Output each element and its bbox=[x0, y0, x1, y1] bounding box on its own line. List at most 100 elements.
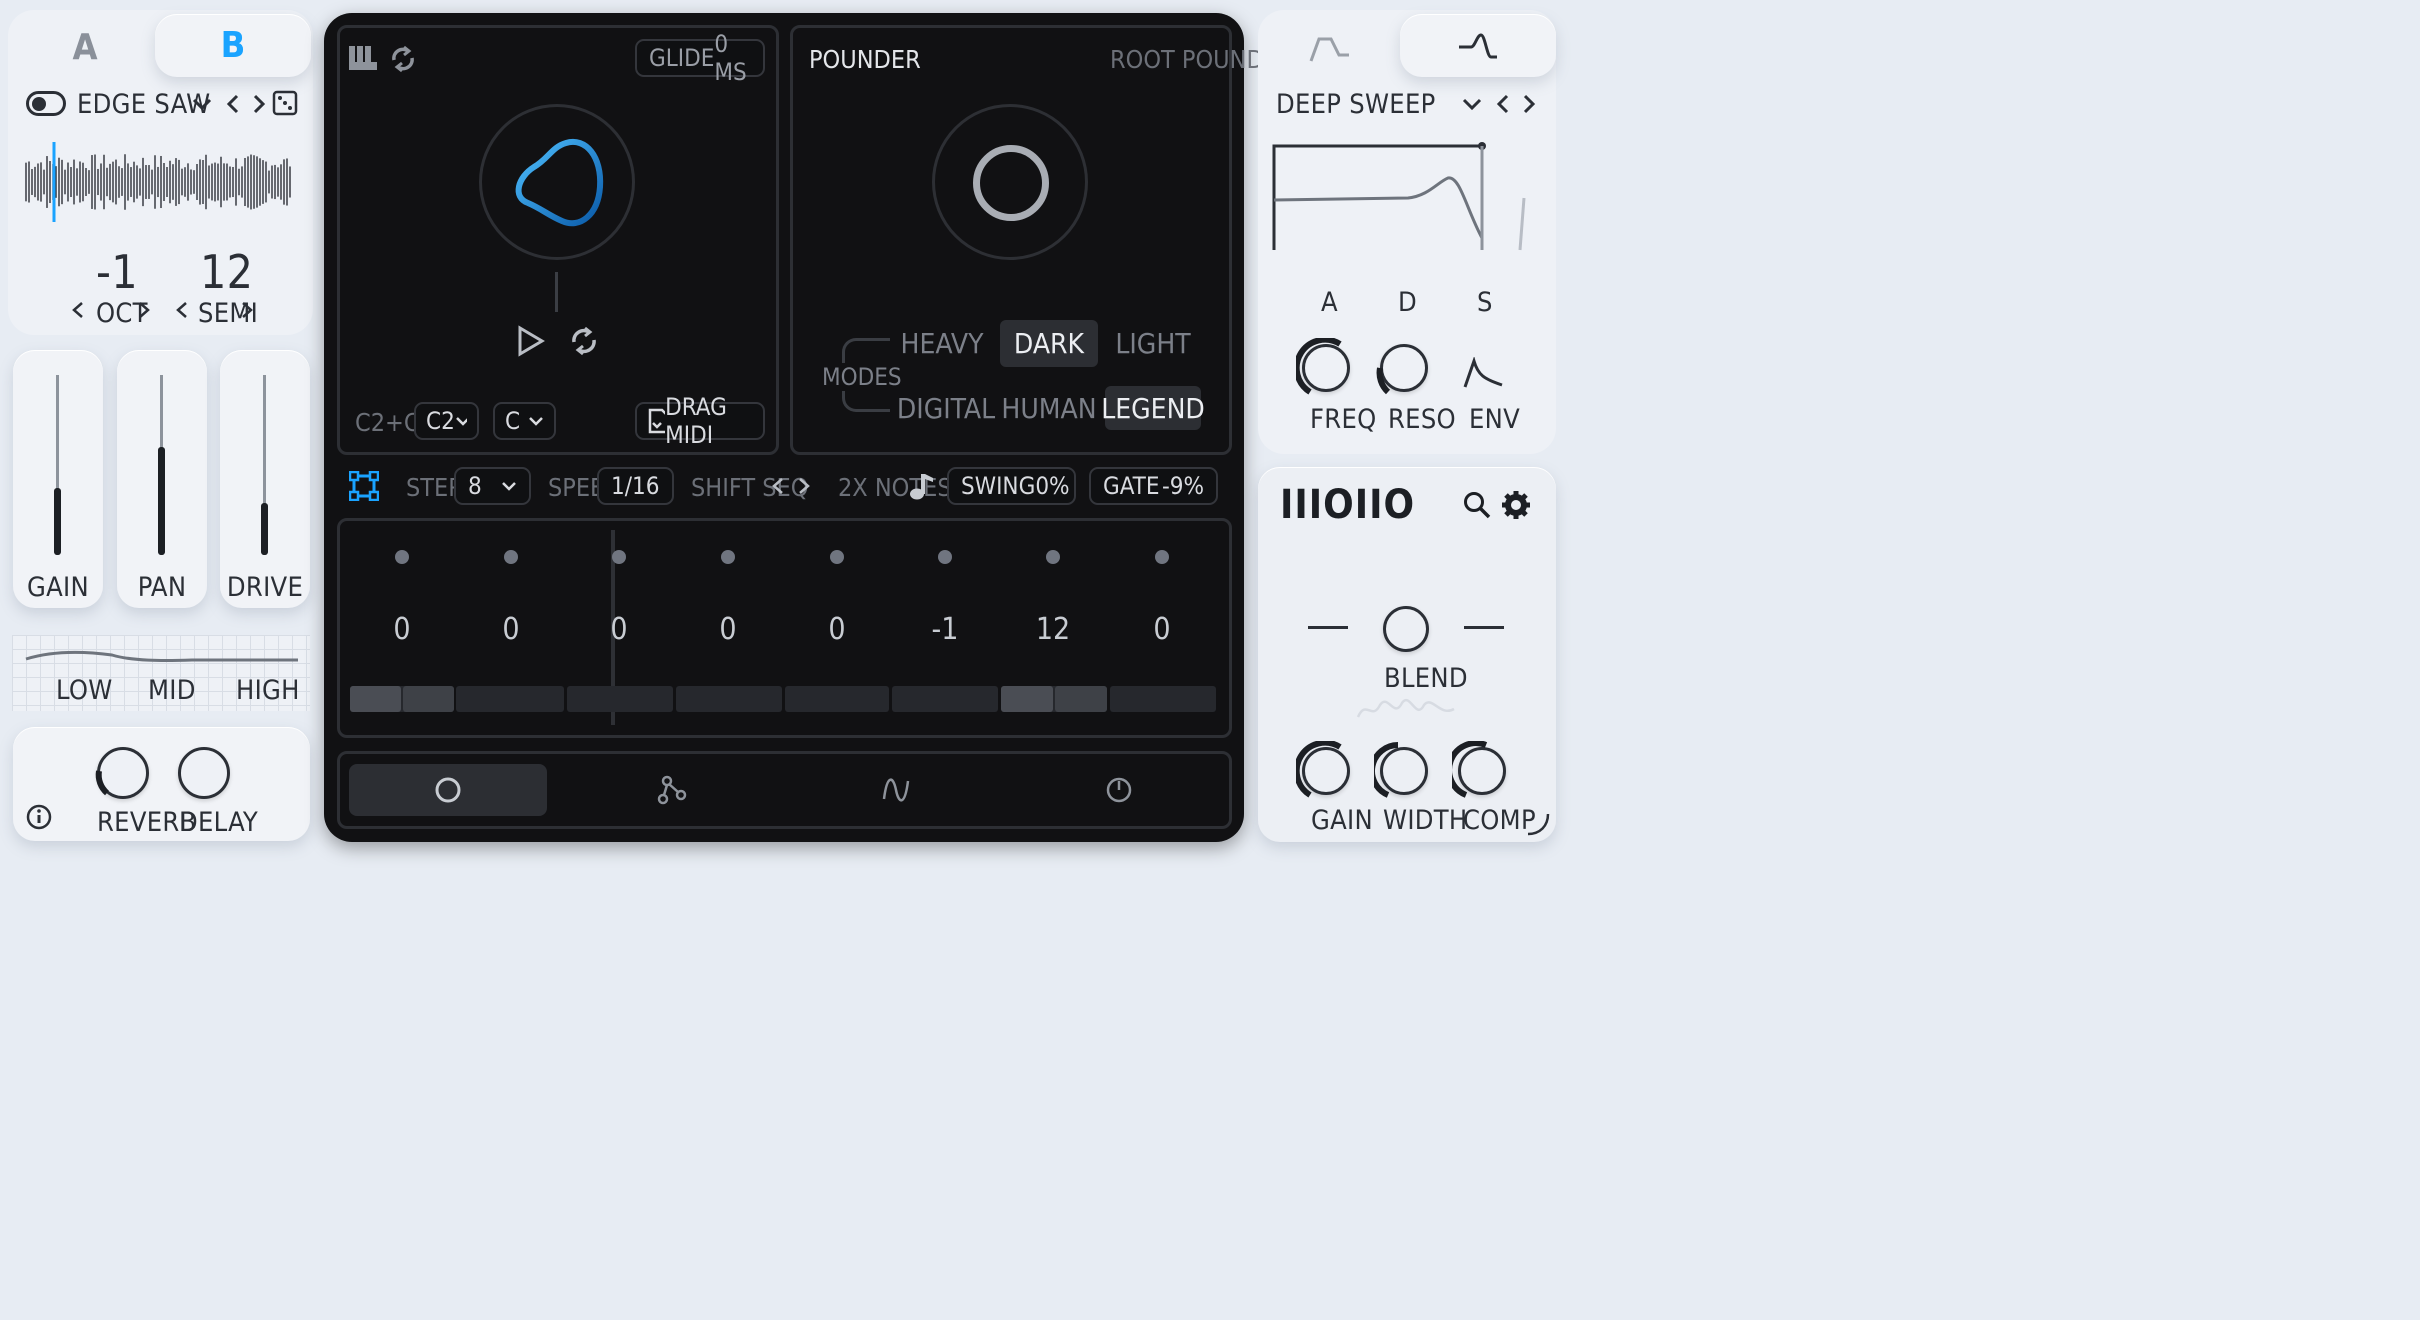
filter-preset-next-icon[interactable] bbox=[1518, 92, 1540, 120]
step-7-gate-on-a bbox=[1001, 686, 1053, 712]
filter-preset-prev-icon[interactable] bbox=[1492, 92, 1514, 120]
semi-down-icon[interactable] bbox=[172, 298, 192, 326]
step-4-dot[interactable] bbox=[721, 550, 735, 564]
step-4-value[interactable]: 0 bbox=[688, 612, 768, 647]
step-8-dot[interactable] bbox=[1155, 550, 1169, 564]
step-8-gate-bar[interactable] bbox=[1110, 686, 1216, 712]
step-6-dot[interactable] bbox=[938, 550, 952, 564]
step-2-value[interactable]: 0 bbox=[471, 612, 551, 647]
step-5-value[interactable]: 0 bbox=[797, 612, 877, 647]
waveform-display[interactable] bbox=[24, 140, 294, 225]
semi-up-icon[interactable] bbox=[237, 298, 257, 326]
eq-high-label[interactable]: HIGH bbox=[236, 675, 300, 706]
mode-dark[interactable]: DARK bbox=[1000, 320, 1098, 367]
filter-preset-name[interactable]: DEEP SWEEP bbox=[1276, 89, 1436, 120]
pitch-shape-display[interactable] bbox=[479, 104, 635, 260]
oct-down-icon[interactable] bbox=[68, 298, 88, 326]
pan-slider-card[interactable]: PAN bbox=[117, 350, 207, 608]
mode-legend[interactable]: LEGEND bbox=[1101, 386, 1205, 430]
osc-toggle[interactable] bbox=[26, 91, 66, 116]
gate-control[interactable]: GATE -9% bbox=[1089, 467, 1218, 505]
swing-control[interactable]: SWING 0% bbox=[947, 467, 1076, 505]
mode-digital[interactable]: DIGITAL bbox=[893, 386, 999, 430]
step-5-gate-bar[interactable] bbox=[785, 686, 889, 712]
mode-human[interactable]: HUMAN bbox=[1000, 386, 1098, 430]
eq-display[interactable]: LOW MID HIGH bbox=[12, 635, 310, 711]
step-7-gate-bar[interactable] bbox=[1001, 686, 1107, 712]
step-6-value[interactable]: -1 bbox=[905, 612, 985, 647]
play-icon[interactable] bbox=[516, 325, 546, 361]
root-note-select[interactable]: C2 bbox=[414, 402, 479, 440]
tab-circle[interactable] bbox=[349, 764, 547, 816]
circle-icon bbox=[435, 777, 461, 803]
mode-light[interactable]: LIGHT bbox=[1104, 320, 1202, 367]
info-icon[interactable] bbox=[25, 803, 53, 831]
root-note-value: C2 bbox=[426, 407, 455, 435]
pounder-knob[interactable] bbox=[932, 104, 1088, 260]
preset-prev-icon[interactable] bbox=[222, 92, 244, 116]
step-3-dot[interactable] bbox=[612, 550, 626, 564]
tab-wave[interactable] bbox=[797, 764, 995, 816]
randomize-dice-icon[interactable] bbox=[272, 90, 298, 116]
step-8-value[interactable]: 0 bbox=[1122, 612, 1202, 647]
blend-knob[interactable] bbox=[1383, 606, 1429, 652]
steps-select[interactable]: 8 bbox=[454, 467, 531, 505]
search-icon[interactable] bbox=[1462, 490, 1492, 524]
step-7-dot[interactable] bbox=[1046, 550, 1060, 564]
gain-slider-card[interactable]: GAIN bbox=[13, 350, 103, 608]
preset-next-icon[interactable] bbox=[248, 92, 270, 116]
tab-nodes[interactable] bbox=[573, 764, 771, 816]
step-4-gate-bar[interactable] bbox=[676, 686, 782, 712]
gear-icon[interactable] bbox=[1501, 490, 1531, 524]
gain-slider-fill[interactable] bbox=[54, 488, 61, 555]
refresh-icon[interactable] bbox=[388, 44, 418, 78]
glide-control[interactable]: GLIDE 0 MS bbox=[635, 30, 765, 86]
oct-up-icon[interactable] bbox=[134, 298, 154, 326]
music-note-icon[interactable] bbox=[908, 471, 934, 505]
drive-slider-fill[interactable] bbox=[261, 503, 268, 555]
step-2-gate-bar[interactable] bbox=[456, 686, 564, 712]
step-2-dot[interactable] bbox=[504, 550, 518, 564]
eq-mid-label[interactable]: MID bbox=[148, 675, 196, 706]
step-7-value[interactable]: 12 bbox=[1013, 612, 1093, 647]
speed-select[interactable]: 1/16 bbox=[597, 467, 674, 505]
step-1-dot[interactable] bbox=[395, 550, 409, 564]
step-1-value[interactable]: 0 bbox=[362, 612, 442, 647]
loop-icon[interactable] bbox=[568, 325, 600, 361]
env-shape-icon[interactable] bbox=[1462, 356, 1506, 395]
delay-label: DELAY bbox=[179, 807, 259, 838]
filter-type-tab-1[interactable] bbox=[1270, 20, 1390, 75]
step-3-value[interactable]: 0 bbox=[579, 612, 659, 647]
step-3-gate-bar[interactable] bbox=[567, 686, 673, 712]
pan-slider-label: PAN bbox=[137, 572, 187, 603]
step-1-gate-bar[interactable] bbox=[350, 686, 454, 712]
osc-tab-a[interactable]: A bbox=[30, 20, 140, 75]
key-value: C bbox=[505, 407, 521, 435]
filter-type-tab-2[interactable] bbox=[1400, 14, 1556, 77]
sequencer-select-icon[interactable] bbox=[348, 470, 380, 505]
step-6-gate-bar[interactable] bbox=[892, 686, 998, 712]
shift-left-icon[interactable] bbox=[768, 475, 788, 501]
delay-knob[interactable] bbox=[178, 747, 230, 799]
piano-keys-icon[interactable] bbox=[348, 44, 378, 76]
shift-right-icon[interactable] bbox=[794, 475, 814, 501]
blend-right-line bbox=[1464, 626, 1504, 629]
osc-tab-b-label: B bbox=[220, 25, 246, 66]
step-5-dot[interactable] bbox=[830, 550, 844, 564]
reso-label: RESO bbox=[1388, 404, 1456, 435]
resize-handle-icon[interactable] bbox=[1526, 812, 1550, 840]
mode-heavy[interactable]: HEAVY bbox=[893, 320, 991, 367]
speed-value: 1/16 bbox=[611, 472, 660, 500]
pan-slider-fill[interactable] bbox=[158, 447, 165, 555]
bandpass-filter-icon bbox=[1309, 37, 1349, 62]
filter-preset-dropdown-icon[interactable] bbox=[1460, 92, 1484, 120]
filter-envelope-display[interactable] bbox=[1268, 138, 1533, 258]
osc-tab-b[interactable]: B bbox=[155, 14, 311, 77]
drive-slider-card[interactable]: DRIVE bbox=[220, 350, 310, 608]
step-1-gate-on-b bbox=[403, 686, 454, 712]
key-select[interactable]: C bbox=[493, 402, 556, 440]
drag-midi-button[interactable]: DRAG MIDI bbox=[635, 393, 765, 449]
eq-low-label[interactable]: LOW bbox=[56, 675, 113, 706]
preset-dropdown-icon[interactable] bbox=[190, 92, 214, 116]
tab-power[interactable] bbox=[1020, 764, 1218, 816]
